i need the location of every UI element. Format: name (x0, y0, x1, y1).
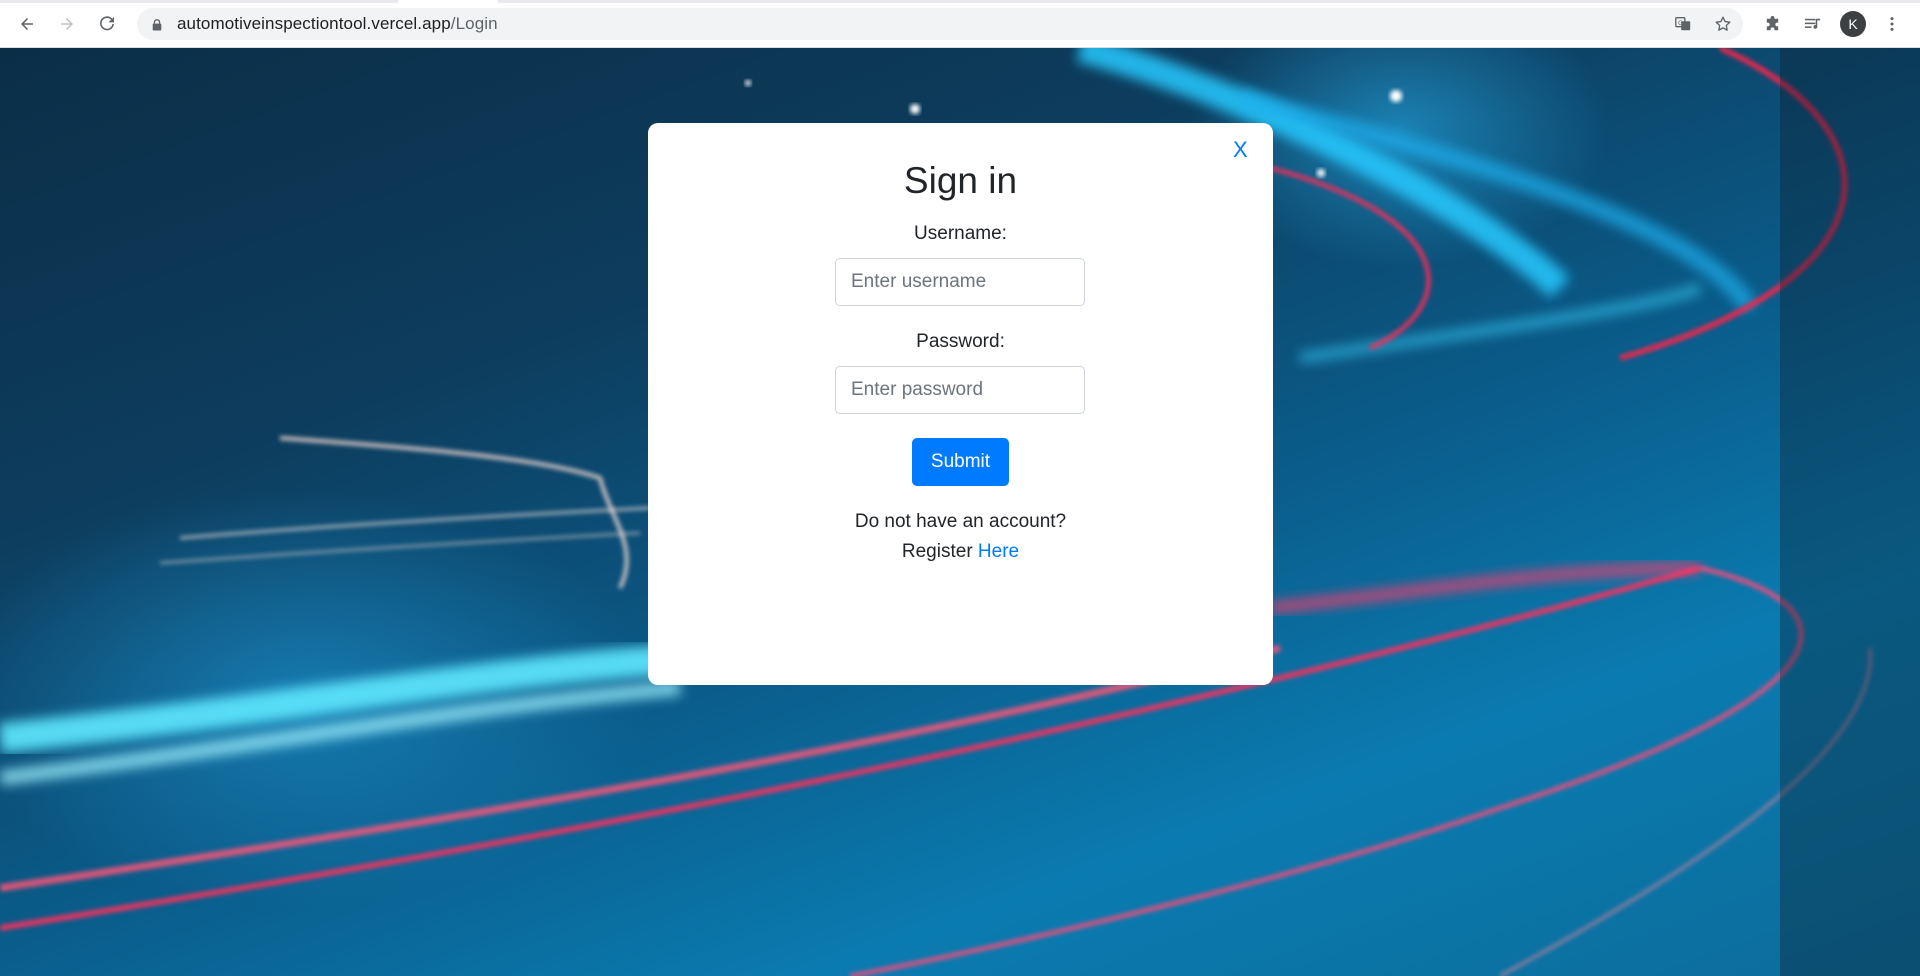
lock-icon (151, 17, 165, 31)
back-arrow-icon (21, 18, 33, 30)
password-input[interactable] (835, 366, 1085, 414)
submit-button[interactable]: Submit (912, 438, 1009, 486)
translate-icon[interactable]: G (1673, 14, 1693, 34)
register-link[interactable]: Here (978, 541, 1019, 562)
register-line: Register Here (648, 541, 1273, 563)
more-menu-icon[interactable] (1880, 12, 1904, 36)
reload-button[interactable] (93, 10, 121, 38)
username-label: Username: (914, 223, 1007, 244)
forward-button[interactable] (53, 10, 81, 38)
no-account-text: Do not have an account? (854, 511, 1067, 532)
page-background: X Sign in Username: Password: Submit Do … (0, 48, 1920, 976)
address-bar[interactable]: automotiveinspectiontool.vercel.app/Logi… (137, 8, 1743, 40)
reload-icon (100, 16, 114, 31)
extensions-puzzle-icon[interactable] (1760, 12, 1784, 36)
password-label: Password: (916, 331, 1005, 352)
register-text: Register (901, 541, 973, 562)
bookmark-star-icon[interactable] (1713, 14, 1733, 34)
back-button[interactable] (13, 10, 41, 38)
username-input[interactable] (835, 258, 1085, 306)
url-path: /Login (450, 14, 498, 33)
tab-strip-edge (0, 0, 1920, 3)
forward-arrow-icon (61, 18, 73, 30)
browser-toolbar: automotiveinspectiontool.vercel.app/Logi… (0, 0, 1920, 48)
svg-text:G: G (1678, 20, 1683, 27)
reading-list-icon[interactable] (1800, 12, 1824, 36)
profile-avatar[interactable]: K (1840, 11, 1866, 37)
active-tab-edge (398, 0, 498, 3)
url-domain: automotiveinspectiontool.vercel.app (177, 14, 451, 33)
url-text[interactable]: automotiveinspectiontool.vercel.app/Logi… (177, 14, 498, 34)
page-title: Sign in (903, 160, 1018, 201)
sign-in-modal: X Sign in Username: Password: Submit Do … (648, 123, 1273, 685)
